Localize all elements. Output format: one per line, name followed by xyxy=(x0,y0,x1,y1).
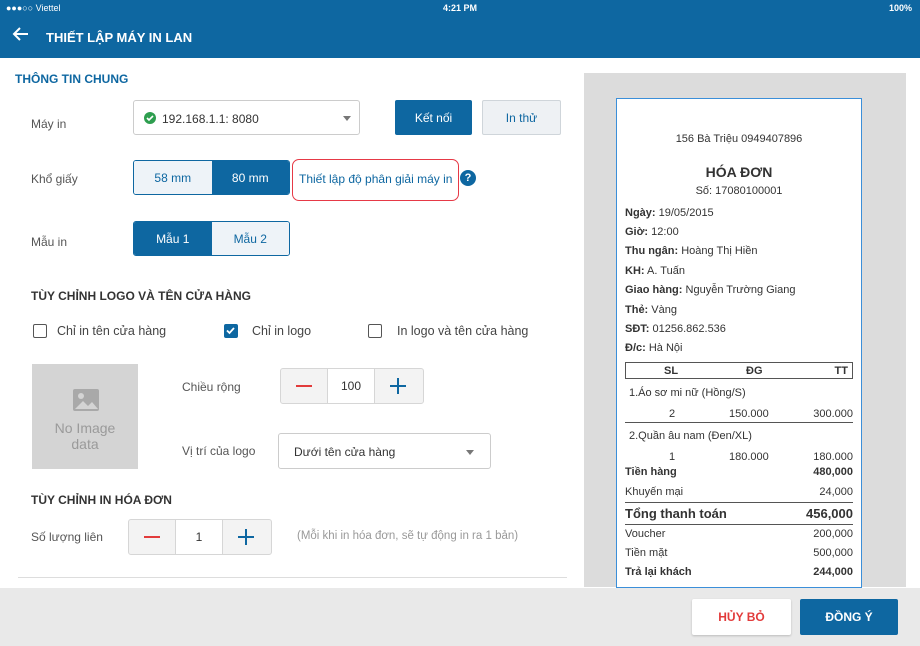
total-label: Tổng thanh toán xyxy=(625,506,727,521)
battery-level: 100% xyxy=(888,3,912,13)
plus-icon[interactable] xyxy=(375,369,421,403)
receipt-number: Số: 17080100001 xyxy=(695,185,783,197)
printer-select-value: 192.168.1.1: 8080 xyxy=(162,112,259,126)
logo-and-name-option-label: In logo và tên cửa hàng xyxy=(397,324,529,338)
cash-value: 500,000 xyxy=(813,547,853,559)
receipt-divider xyxy=(625,524,853,525)
page-title: THIẾT LẬP MÁY IN LAN xyxy=(46,30,193,45)
total-value: 456,000 xyxy=(806,506,853,521)
receipt-info-row: Đ/c: Hà Nội xyxy=(625,342,683,354)
receipt-info-row: Ngày: 19/05/2015 xyxy=(625,207,714,219)
change-label: Trả lại khách xyxy=(625,566,692,578)
logo-only-option-label: Chỉ in logo xyxy=(252,324,312,338)
receipt-item-row: 1 180.000 180.000 xyxy=(669,451,853,463)
printer-select[interactable]: 192.168.1.1: 8080 xyxy=(133,100,360,135)
plus-icon[interactable] xyxy=(223,520,269,554)
voucher-value: 200,000 xyxy=(813,528,853,540)
receipt-title: HÓA ĐƠN xyxy=(705,164,773,180)
logo-image-placeholder[interactable]: No Image data xyxy=(32,364,138,469)
settings-panel: THÔNG TIN CHUNG Máy in 192.168.1.1: 8080… xyxy=(0,58,584,588)
cancel-button[interactable]: HỦY BỎ xyxy=(692,599,791,635)
confirm-button[interactable]: ĐỒNG Ý xyxy=(800,599,898,635)
copies-label: Số lượng liên xyxy=(31,530,103,544)
chevron-down-icon xyxy=(466,450,474,455)
section-invoice-title: TÙY CHỈNH IN HÓA ĐƠN xyxy=(31,493,172,507)
logo-position-value: Dưới tên cửa hàng xyxy=(294,445,396,459)
clock: 4:21 PM xyxy=(442,3,477,13)
receipt-table-header: SL ĐG TT xyxy=(625,362,853,379)
minus-icon[interactable] xyxy=(129,520,175,554)
copies-value[interactable]: 1 xyxy=(175,520,223,554)
store-name-checkbox[interactable] xyxy=(33,324,47,338)
template-label: Mẫu in xyxy=(31,235,68,249)
help-icon[interactable]: ? xyxy=(460,170,476,186)
paper-size-toggle: 58 mm 80 mm xyxy=(133,160,290,195)
copies-stepper: 1 xyxy=(128,519,272,555)
change-value: 244,000 xyxy=(813,566,853,578)
chevron-down-icon xyxy=(343,116,351,121)
receipt-preview: 156 Bà Triệu 0949407896 HÓA ĐƠN Số: 1708… xyxy=(584,73,906,588)
voucher-label: Voucher xyxy=(625,528,666,540)
receipt-item-name: 2.Quần âu nam (Đen/XL) xyxy=(629,430,752,442)
logo-and-name-checkbox[interactable] xyxy=(368,324,382,338)
discount-label: Khuyến mại xyxy=(625,486,684,498)
template-toggle: Mẫu 1 Mẫu 2 xyxy=(133,221,290,256)
receipt-info-row: Thẻ: Vàng xyxy=(625,304,677,316)
divider xyxy=(18,577,567,578)
receipt-item-row: 2 150.000 300.000 xyxy=(625,406,853,423)
no-image-text: No Image data xyxy=(54,420,116,452)
status-bar: ●●●○○ Viettel 4:21 PM 100% xyxy=(0,0,920,16)
logo-width-label: Chiều rộng xyxy=(182,380,241,394)
logo-width-stepper: 100 xyxy=(280,368,424,404)
receipt-info-row: Giao hàng: Nguyễn Trường Giang xyxy=(625,284,796,296)
subtotal-label: Tiền hàng xyxy=(625,466,677,478)
receipt-info-row: SĐT: 01256.862.536 xyxy=(625,323,726,335)
minus-icon[interactable] xyxy=(281,369,327,403)
receipt-info-row: KH: A. Tuấn xyxy=(625,265,685,277)
action-bar: HỦY BỎ ĐỒNG Ý xyxy=(0,588,920,646)
template-2-option[interactable]: Mẫu 2 xyxy=(211,222,289,255)
logo-only-checkbox[interactable] xyxy=(224,324,238,338)
receipt-info-row: Giờ: 12:00 xyxy=(625,226,679,238)
logo-position-select[interactable]: Dưới tên cửa hàng xyxy=(278,433,491,469)
subtotal-value: 480,000 xyxy=(813,466,853,478)
store-name-option-label: Chỉ in tên cửa hàng xyxy=(57,324,167,338)
paper-58-option[interactable]: 58 mm xyxy=(134,161,212,194)
paper-80-option[interactable]: 80 mm xyxy=(211,161,289,194)
section-logo-title: TÙY CHỈNH LOGO VÀ TÊN CỬA HÀNG xyxy=(31,289,251,303)
receipt-item-name: 1.Áo sơ mi nữ (Hồng/S) xyxy=(629,387,746,399)
logo-width-value[interactable]: 100 xyxy=(327,369,375,403)
template-1-option[interactable]: Mẫu 1 xyxy=(134,222,212,255)
back-arrow-icon[interactable] xyxy=(12,25,34,47)
printer-label: Máy in xyxy=(31,117,67,131)
receipt-address: 156 Bà Triệu 0949407896 xyxy=(675,133,803,145)
connect-button[interactable]: Kết nối xyxy=(395,100,472,135)
image-icon xyxy=(72,386,100,419)
resolution-link[interactable]: Thiết lập độ phân giải máy in xyxy=(299,172,452,186)
paper-size-label: Khổ giấy xyxy=(31,172,78,186)
receipt-divider xyxy=(625,502,853,503)
discount-value: 24,000 xyxy=(819,486,853,498)
check-circle-icon xyxy=(144,112,156,127)
app-bar: THIẾT LẬP MÁY IN LAN xyxy=(0,16,920,58)
receipt-info-row: Thu ngân: Hoàng Thị Hiền xyxy=(625,245,758,257)
cash-label: Tiền mặt xyxy=(625,547,668,559)
section-general-title: THÔNG TIN CHUNG xyxy=(15,72,129,86)
logo-position-label: Vị trí của logo xyxy=(182,444,256,458)
copies-hint: (Mỗi khi in hóa đơn, sẽ tự động in ra 1 … xyxy=(297,530,519,542)
receipt-paper: 156 Bà Triệu 0949407896 HÓA ĐƠN Số: 1708… xyxy=(616,98,862,588)
test-print-button[interactable]: In thử xyxy=(482,100,561,135)
